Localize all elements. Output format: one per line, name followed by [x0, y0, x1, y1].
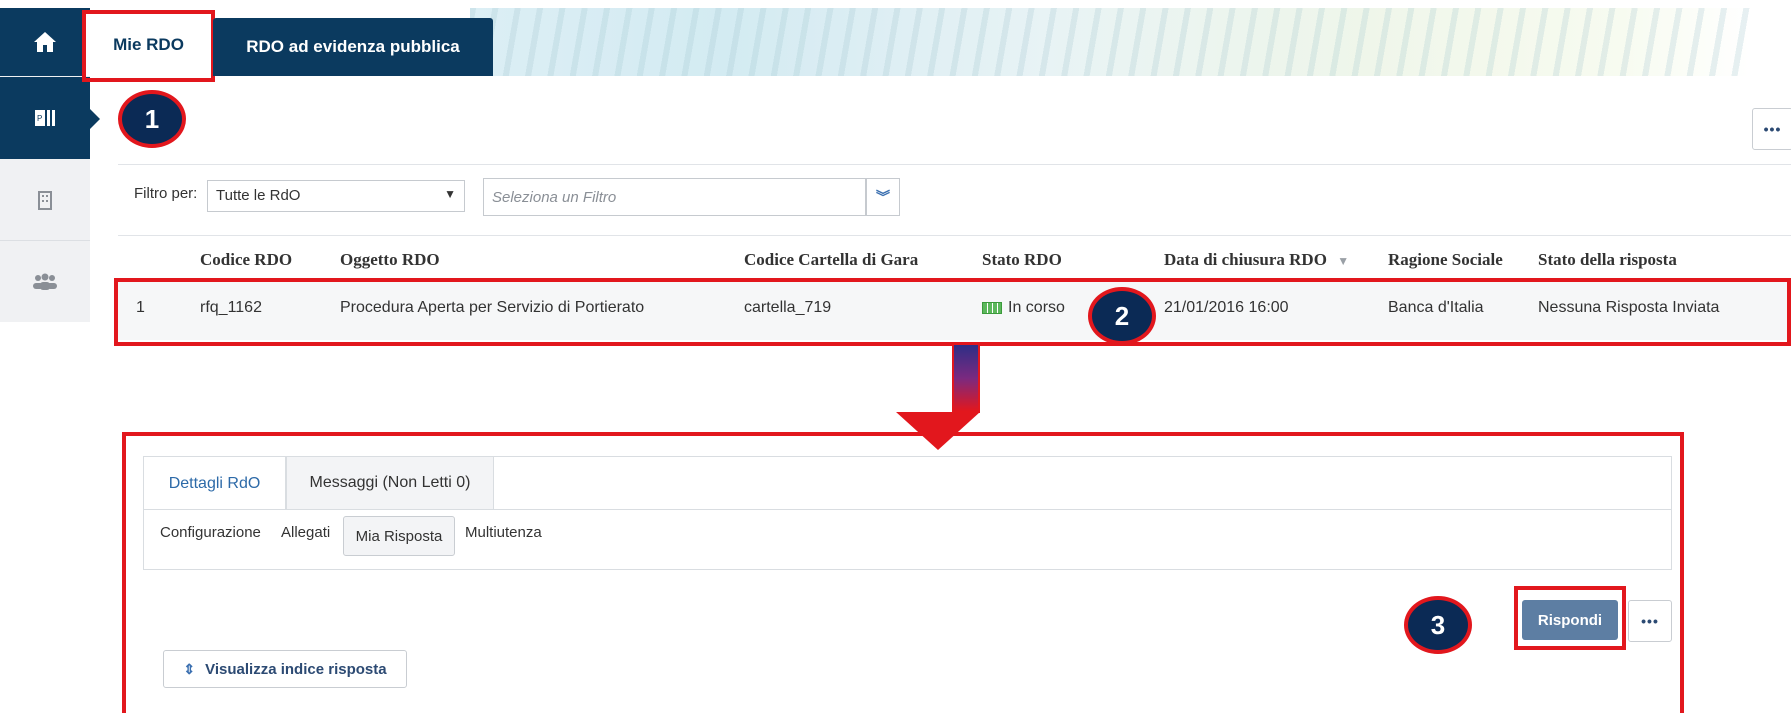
subtab-multiutenza[interactable]: Multiutenza — [465, 524, 542, 541]
expand-vertical-icon: ⇕ — [183, 661, 196, 677]
users-icon — [33, 273, 57, 290]
banner-artwork — [470, 8, 1750, 76]
sidebar-item-buildings[interactable] — [0, 160, 90, 240]
filter-select[interactable]: Tutte le RdO ▼ — [207, 180, 465, 212]
tab-rdo-evidenza-pubblica[interactable]: RDO ad evidenza pubblica — [213, 18, 493, 76]
column-header-data-chiusura[interactable]: Data di chiusura RDO ▼ — [1164, 250, 1349, 270]
filter-select-value: Tutte le RdO — [216, 187, 301, 204]
sort-desc-icon: ▼ — [1337, 254, 1350, 268]
column-header-stato-risposta[interactable]: Stato della risposta — [1538, 250, 1677, 270]
highlight-box-row — [114, 278, 1791, 346]
column-header-oggetto-rdo[interactable]: Oggetto RDO — [340, 250, 440, 270]
tab-dettagli-rdo[interactable]: Dettagli RdO — [143, 456, 286, 510]
sidebar-item-users[interactable] — [0, 242, 90, 322]
subtab-configurazione[interactable]: Configurazione — [160, 524, 261, 541]
callout-badge-2: 2 — [1088, 287, 1156, 345]
column-header-data-chiusura-label: Data di chiusura RDO — [1164, 250, 1327, 269]
detail-more-button[interactable]: ••• — [1628, 600, 1672, 642]
column-header-stato-rdo[interactable]: Stato RDO — [982, 250, 1062, 270]
subtab-allegati[interactable]: Allegati — [281, 524, 330, 541]
callout-badge-1: 1 — [118, 90, 186, 148]
building-icon — [38, 191, 52, 210]
tab-messaggi[interactable]: Messaggi (Non Letti 0) — [286, 456, 494, 510]
sidebar-item-procurement[interactable]: P — [0, 77, 100, 159]
sidebar-divider — [0, 240, 90, 241]
visualizza-indice-button[interactable]: ⇕ Visualizza indice risposta — [163, 650, 407, 688]
more-options-button[interactable]: ••• — [1752, 108, 1791, 150]
procurement-icon: P — [35, 110, 55, 126]
tab-divider — [143, 509, 1672, 510]
column-header-codice-rdo[interactable]: Codice RDO — [200, 250, 292, 270]
callout-badge-3: 3 — [1404, 596, 1472, 654]
visualizza-indice-label: Visualizza indice risposta — [205, 660, 387, 678]
caret-down-icon: ▼ — [444, 187, 456, 201]
subtab-mia-risposta[interactable]: Mia Risposta — [343, 516, 455, 556]
flow-arrow-shaft — [952, 343, 980, 413]
highlight-box-rispondi — [1514, 586, 1626, 650]
home-icon — [34, 32, 56, 52]
svg-text:P: P — [37, 114, 42, 123]
highlight-box-tab — [82, 10, 215, 82]
filter-label: Filtro per: — [134, 185, 198, 202]
home-button[interactable] — [0, 8, 90, 76]
column-header-ragione-sociale[interactable]: Ragione Sociale — [1388, 250, 1503, 270]
filter-search-input[interactable]: Seleziona un Filtro — [483, 178, 866, 216]
filter-expand-button[interactable]: ︾ — [866, 178, 900, 216]
column-header-codice-cartella[interactable]: Codice Cartella di Gara — [744, 250, 918, 270]
double-chevron-down-icon: ︾ — [876, 189, 890, 205]
